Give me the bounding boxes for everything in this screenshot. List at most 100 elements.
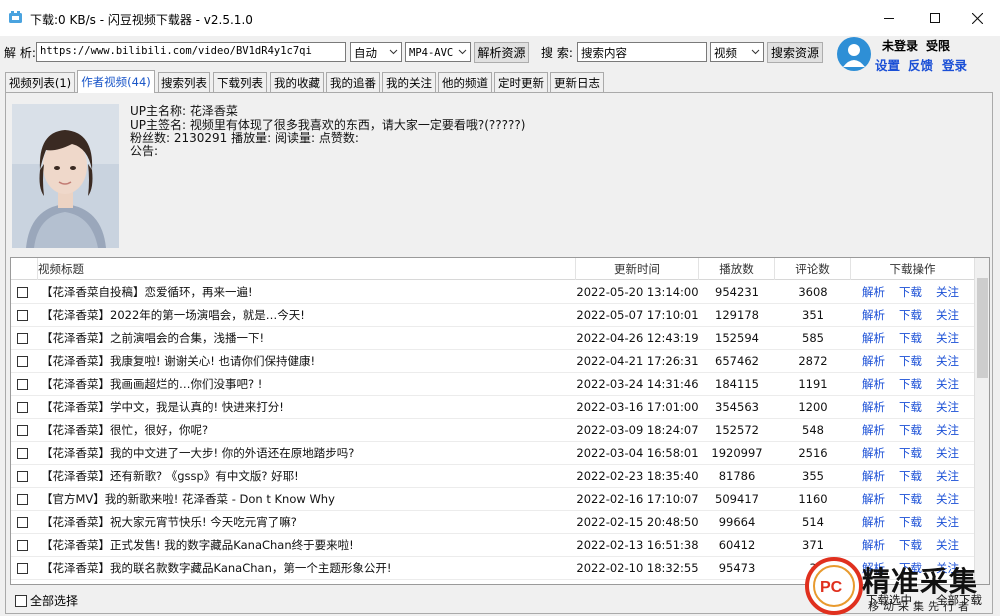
parse-link[interactable]: 解析	[862, 534, 885, 557]
row-checkbox[interactable]	[17, 425, 28, 436]
row-checkbox[interactable]	[17, 494, 28, 505]
header-time[interactable]: 更新时间	[576, 258, 699, 280]
row-checkbox[interactable]	[17, 540, 28, 551]
download-link[interactable]: 下载	[899, 488, 922, 511]
tab-video-list[interactable]: 视频列表(1)	[5, 72, 75, 92]
follow-link[interactable]: 关注	[936, 327, 959, 350]
tab-search-list[interactable]: 搜索列表	[158, 72, 210, 92]
tab-changelog[interactable]: 更新日志	[550, 72, 604, 92]
table-row[interactable]: 【花泽香菜】我的中文进了一大步! 你的外语还在原地踏步吗? 2022-03-04 …	[11, 442, 975, 465]
table-row[interactable]: 【花泽香菜】祝大家元宵节快乐! 今天吃元宵了嘛? 2022-02-15 20:48…	[11, 511, 975, 534]
row-checkbox[interactable]	[17, 333, 28, 344]
tab-his-channel[interactable]: 他的频道	[438, 72, 492, 92]
table-row[interactable]: 【花泽香菜】2022年的第一场演唱会，就是…今天! 2022-05-07 17:1…	[11, 304, 975, 327]
play-count: 657462	[715, 354, 759, 368]
download-link[interactable]: 下载	[899, 419, 922, 442]
search-input[interactable]: 搜索内容	[577, 42, 707, 62]
scroll-thumb[interactable]	[977, 278, 988, 378]
tab-my-favorites[interactable]: 我的收藏	[270, 72, 324, 92]
parse-link[interactable]: 解析	[862, 465, 885, 488]
header-title[interactable]: 视频标题	[38, 258, 576, 280]
download-link[interactable]: 下载	[899, 396, 922, 419]
follow-link[interactable]: 关注	[936, 511, 959, 534]
follow-link[interactable]: 关注	[936, 373, 959, 396]
table-row[interactable]: 【花泽香菜】还有新歌? 《gssp》有中文版? 好耶! 2022-02-23 18…	[11, 465, 975, 488]
tab-author-videos[interactable]: 作者视频(44)	[77, 70, 155, 93]
row-checkbox[interactable]	[17, 402, 28, 413]
update-time: 2022-02-23 18:35:40	[576, 469, 699, 483]
select-all-checkbox[interactable]: 全部选择	[15, 592, 78, 609]
update-time: 2022-02-13 16:51:38	[576, 538, 699, 552]
parse-link[interactable]: 解析	[862, 373, 885, 396]
login-link[interactable]: 登录	[942, 55, 967, 74]
follow-link[interactable]: 关注	[936, 281, 959, 304]
follow-link[interactable]: 关注	[936, 419, 959, 442]
comment-count: 2516	[798, 446, 828, 460]
header-plays[interactable]: 播放数	[699, 258, 775, 280]
login-status: 未登录	[882, 39, 919, 53]
parse-link[interactable]: 解析	[862, 442, 885, 465]
table-row[interactable]: 【官方MV】我的新歌来啦! 花泽香菜 - Don t Know Why 2022-…	[11, 488, 975, 511]
download-link[interactable]: 下载	[899, 442, 922, 465]
table-row[interactable]: 【花泽香菜】我康复啦! 谢谢关心! 也请你们保持健康! 2022-04-21 17…	[11, 350, 975, 373]
download-link[interactable]: 下载	[899, 373, 922, 396]
settings-link[interactable]: 设置	[875, 55, 900, 74]
tab-my-following[interactable]: 我的关注	[382, 72, 436, 92]
parse-button[interactable]: 解析资源	[474, 42, 529, 63]
table-row[interactable]: 【花泽香菜自投稿】恋爱循环，再来一遍! 2022-05-20 13:14:00 95…	[11, 281, 975, 304]
download-link[interactable]: 下载	[899, 281, 922, 304]
row-checkbox[interactable]	[17, 379, 28, 390]
parse-link[interactable]: 解析	[862, 511, 885, 534]
table-row[interactable]: 【花泽香菜】之前演唱会的合集，浅播一下! 2022-04-26 12:43:19 1…	[11, 327, 975, 350]
avatar[interactable]	[837, 37, 871, 71]
follow-link[interactable]: 关注	[936, 488, 959, 511]
download-link[interactable]: 下载	[899, 534, 922, 557]
tab-scheduled-update[interactable]: 定时更新	[494, 72, 548, 92]
comment-count: 1160	[798, 492, 828, 506]
parse-link[interactable]: 解析	[862, 281, 885, 304]
row-checkbox[interactable]	[17, 563, 28, 574]
url-input[interactable]: https://www.bilibili.com/video/BV1dR4y1c…	[36, 42, 346, 62]
follow-link[interactable]: 关注	[936, 396, 959, 419]
parse-link[interactable]: 解析	[862, 304, 885, 327]
follow-link[interactable]: 关注	[936, 442, 959, 465]
maximize-button[interactable]	[912, 0, 958, 36]
search-type-select[interactable]: 视频	[710, 42, 764, 62]
follow-link[interactable]: 关注	[936, 465, 959, 488]
table-row[interactable]: 【花泽香菜】我画画超烂的…你们没事吧? ! 2022-03-24 14:31:46…	[11, 373, 975, 396]
download-link[interactable]: 下载	[899, 465, 922, 488]
table-row[interactable]: 【花泽香菜】很忙，很好，你呢? 2022-03-09 18:24:07 152572…	[11, 419, 975, 442]
tab-my-bangumi[interactable]: 我的追番	[326, 72, 380, 92]
parse-link[interactable]: 解析	[862, 488, 885, 511]
row-checkbox[interactable]	[17, 310, 28, 321]
download-link[interactable]: 下载	[899, 304, 922, 327]
download-link[interactable]: 下载	[899, 327, 922, 350]
row-checkbox[interactable]	[17, 517, 28, 528]
table-row[interactable]: 【花泽香菜】正式发售! 我的数字藏品KanaChan终于要来啦! 2022-02-…	[11, 534, 975, 557]
header-comments[interactable]: 评论数	[775, 258, 851, 280]
parse-link[interactable]: 解析	[862, 396, 885, 419]
feedback-link[interactable]: 反馈	[908, 55, 933, 74]
table-row[interactable]: 【花泽香菜】学中文，我是认真的! 快进来打分! 2022-03-16 17:01:…	[11, 396, 975, 419]
row-checkbox[interactable]	[17, 356, 28, 367]
follow-link[interactable]: 关注	[936, 350, 959, 373]
parse-link[interactable]: 解析	[862, 327, 885, 350]
comment-count: 548	[802, 423, 824, 437]
vertical-scrollbar[interactable]	[974, 258, 989, 584]
video-title: 【花泽香菜】我画画超烂的…你们没事吧? !	[41, 377, 263, 391]
minimize-button[interactable]	[866, 0, 912, 36]
parse-link[interactable]: 解析	[862, 419, 885, 442]
row-checkbox[interactable]	[17, 448, 28, 459]
follow-link[interactable]: 关注	[936, 534, 959, 557]
row-checkbox[interactable]	[17, 287, 28, 298]
row-checkbox[interactable]	[17, 471, 28, 482]
parse-link[interactable]: 解析	[862, 350, 885, 373]
search-button[interactable]: 搜索资源	[767, 42, 823, 63]
mode-select[interactable]: 自动	[350, 42, 402, 62]
tab-download-list[interactable]: 下载列表	[213, 72, 267, 92]
download-link[interactable]: 下载	[899, 350, 922, 373]
follow-link[interactable]: 关注	[936, 304, 959, 327]
close-button[interactable]	[954, 0, 1000, 36]
download-link[interactable]: 下载	[899, 511, 922, 534]
format-select[interactable]: MP4-AVC	[405, 42, 471, 62]
